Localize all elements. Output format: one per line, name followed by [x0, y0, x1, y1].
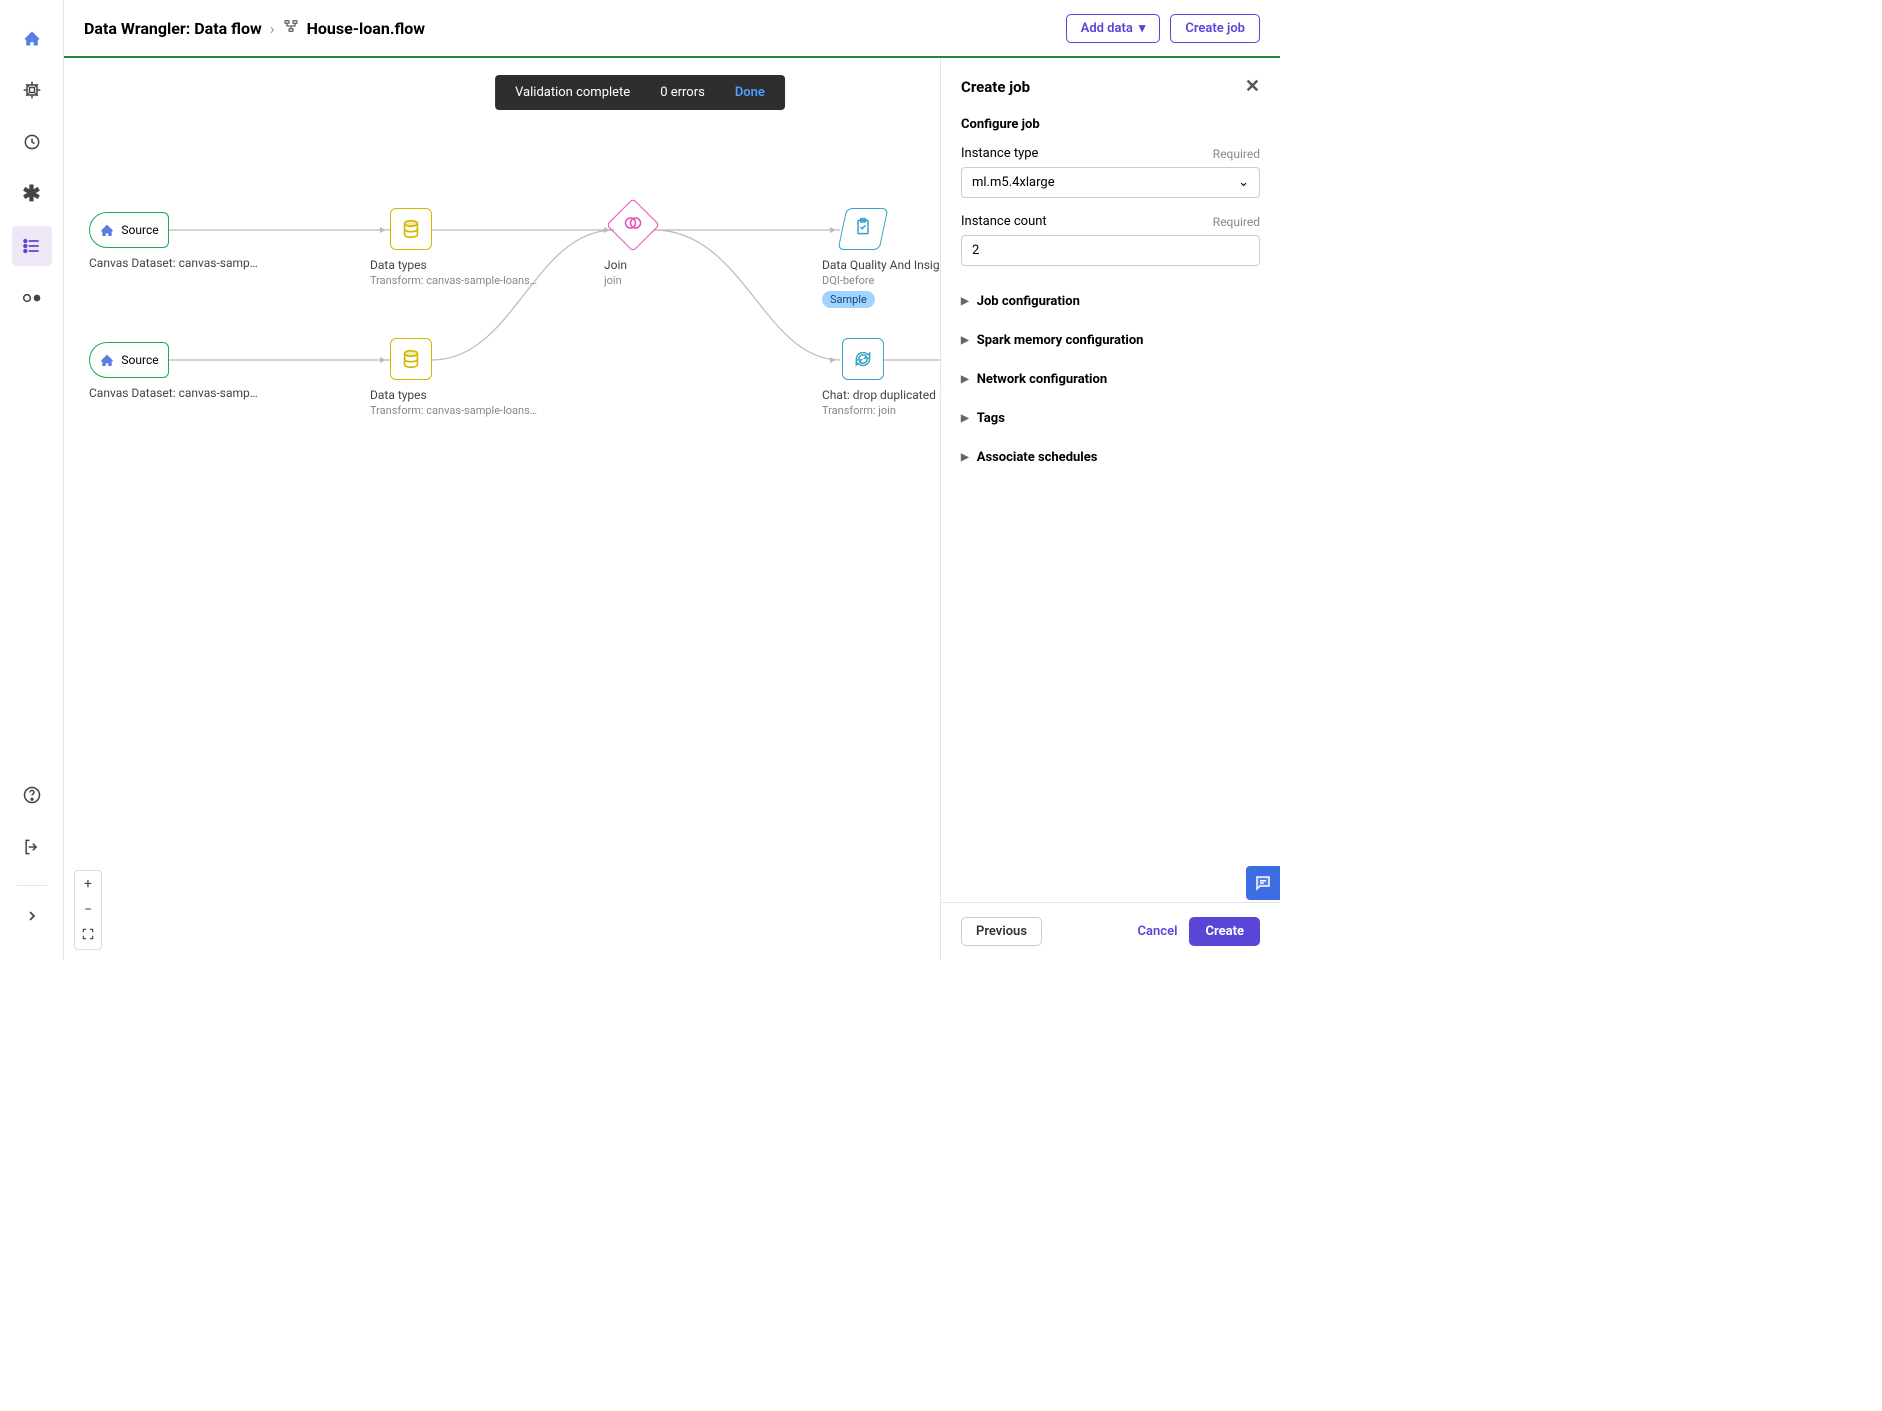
sample-badge: Sample [822, 291, 875, 308]
instance-type-select[interactable]: ml.m5.4xlarge ⌄ [961, 167, 1260, 198]
node-sub: DQI-before [822, 274, 940, 287]
caret-right-icon: ▶ [961, 296, 969, 307]
caret-right-icon: ▶ [961, 413, 969, 424]
join-icon [606, 198, 660, 252]
fit-screen-button[interactable] [75, 923, 101, 949]
node-title: Chat: drop duplicated ID [822, 388, 940, 402]
pipeline-icon[interactable] [12, 278, 52, 318]
node-datatypes-2[interactable]: Data types Transform: canvas-sample-loan… [370, 338, 550, 417]
section-associate-schedules[interactable]: ▶ Associate schedules [961, 438, 1260, 477]
node-title: Data Quality And Insights Report [822, 258, 940, 272]
section-job-configuration[interactable]: ▶ Job configuration [961, 282, 1260, 321]
node-sub: Canvas Dataset: canvas-sample-loans-… [89, 386, 259, 400]
add-data-button[interactable]: Add data ▾ [1066, 14, 1161, 43]
instance-count-input[interactable]: 2 [961, 235, 1260, 266]
node-sub: Transform: canvas-sample-loans-part-… [370, 274, 540, 287]
instance-type-value: ml.m5.4xlarge [972, 175, 1055, 190]
create-job-button[interactable]: Create job [1170, 14, 1260, 43]
create-job-label: Create job [1185, 21, 1245, 36]
zoom-out-button[interactable]: − [75, 897, 101, 923]
node-dqi-report[interactable]: Data Quality And Insights Report DQI-bef… [822, 208, 940, 308]
breadcrumb-flow[interactable]: House-loan.flow [307, 19, 425, 38]
expand-icon[interactable] [12, 896, 52, 936]
node-source-2[interactable]: Source Canvas Dataset: canvas-sample-loa… [89, 342, 269, 400]
chevron-right-icon: › [270, 19, 275, 38]
add-data-label: Add data [1081, 21, 1133, 36]
section-label: Network configuration [977, 372, 1107, 387]
node-sub: Transform: join [822, 404, 940, 417]
previous-button[interactable]: Previous [961, 917, 1042, 946]
breadcrumb-root[interactable]: Data Wrangler: Data flow [84, 19, 262, 38]
section-label: Tags [977, 411, 1005, 426]
create-job-panel: Create job ✕ Configure job Instance type… [940, 58, 1280, 960]
caret-right-icon: ▶ [961, 374, 969, 385]
node-chat-transform[interactable]: Chat: drop duplicated ID Transform: join [822, 338, 940, 417]
section-tags[interactable]: ▶ Tags [961, 399, 1260, 438]
breadcrumb: Data Wrangler: Data flow › House-loan.fl… [84, 18, 425, 38]
flow-edges [64, 58, 940, 960]
node-title: Data types [370, 388, 540, 402]
node-sub: join [604, 274, 774, 287]
instance-count-label: Instance count [961, 214, 1047, 229]
processor-icon[interactable] [12, 70, 52, 110]
section-label: Spark memory configuration [977, 333, 1144, 348]
toast-done[interactable]: Done [735, 85, 765, 100]
cancel-button[interactable]: Cancel [1138, 924, 1178, 939]
section-spark-memory[interactable]: ▶ Spark memory configuration [961, 321, 1260, 360]
caret-right-icon: ▶ [961, 452, 969, 463]
chevron-down-icon: ⌄ [1238, 175, 1249, 190]
node-source-1[interactable]: Source Canvas Dataset: canvas-sample-loa… [89, 212, 269, 270]
node-title: Source [121, 223, 158, 237]
signout-icon[interactable] [12, 827, 52, 867]
node-sub: Transform: canvas-sample-loans-part-… [370, 404, 540, 417]
caret-right-icon: ▶ [961, 335, 969, 346]
help-icon[interactable] [12, 775, 52, 815]
panel-title: Create job [961, 78, 1030, 96]
home-icon[interactable] [12, 18, 52, 58]
chat-fab[interactable] [1246, 866, 1280, 900]
list-icon[interactable] [12, 226, 52, 266]
required-label: Required [1213, 147, 1260, 161]
caret-down-icon: ▾ [1139, 21, 1146, 36]
instance-count-value: 2 [972, 243, 979, 258]
zoom-in-button[interactable]: + [75, 871, 101, 897]
graph-icon[interactable]: ✱ [12, 174, 52, 214]
node-title: Data types [370, 258, 540, 272]
create-button[interactable]: Create [1189, 917, 1260, 946]
section-label: Job configuration [977, 294, 1080, 309]
close-icon[interactable]: ✕ [1245, 76, 1260, 97]
section-label: Associate schedules [977, 450, 1098, 465]
node-sub: Canvas Dataset: canvas-sample-loans-… [89, 256, 259, 270]
flow-icon [283, 18, 299, 38]
toast-message: Validation complete [515, 85, 630, 100]
configure-job-heading: Configure job [961, 117, 1260, 132]
node-title: Join [604, 258, 774, 272]
database-icon [390, 338, 432, 380]
section-network[interactable]: ▶ Network configuration [961, 360, 1260, 399]
zoom-controls: + − [74, 870, 102, 950]
instance-type-label: Instance type [961, 146, 1038, 161]
refresh-icon [842, 338, 884, 380]
database-icon [390, 208, 432, 250]
flow-canvas[interactable]: Source Canvas Dataset: canvas-sample-loa… [64, 58, 940, 960]
report-icon [838, 208, 889, 250]
source-icon: Source [89, 212, 169, 248]
header: Data Wrangler: Data flow › House-loan.fl… [64, 0, 1280, 58]
node-title: Source [121, 353, 158, 367]
node-join[interactable]: Join join [604, 206, 784, 287]
node-datatypes-1[interactable]: Data types Transform: canvas-sample-loan… [370, 208, 550, 287]
source-icon: Source [89, 342, 169, 378]
toast-errors: 0 errors [660, 85, 705, 100]
left-nav-rail: ✱ [0, 0, 64, 960]
required-label: Required [1213, 215, 1260, 229]
validation-toast: Validation complete 0 errors Done [495, 75, 785, 110]
autopilot-icon[interactable] [12, 122, 52, 162]
